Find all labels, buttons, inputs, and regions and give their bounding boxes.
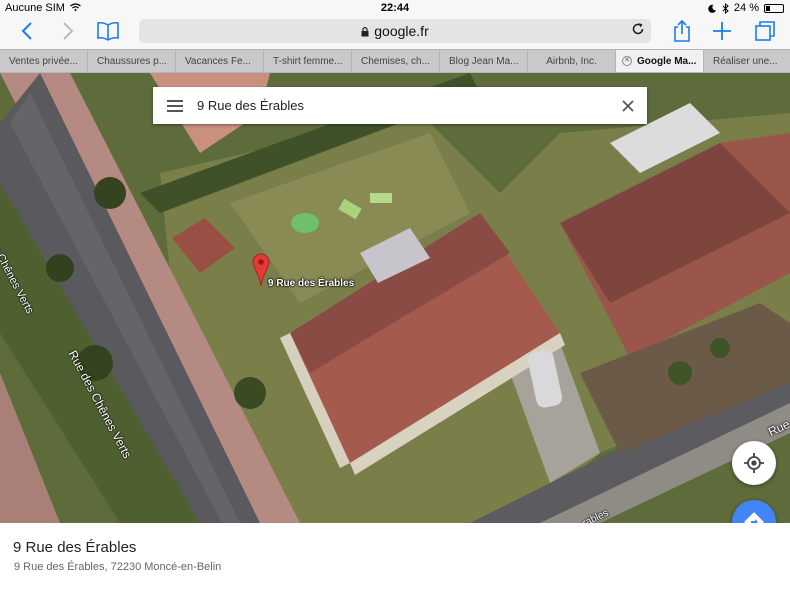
status-right: 24 %	[708, 2, 784, 14]
close-icon	[622, 99, 634, 112]
battery-icon	[764, 3, 784, 13]
my-location-button[interactable]	[732, 441, 776, 485]
tab-label: Google Ma...	[637, 55, 697, 67]
tab-label: Blog Jean Ma...	[449, 55, 519, 67]
hamburger-menu-icon	[167, 99, 183, 112]
moon-icon	[708, 4, 717, 13]
share-icon	[674, 19, 690, 42]
tab-active[interactable]: ✕ Google Ma...	[616, 50, 704, 72]
tab[interactable]: Ventes privée...	[0, 50, 88, 72]
place-address: 9 Rue des Érables, 72230 Moncé-en-Belin	[14, 561, 222, 573]
reload-button[interactable]	[631, 22, 645, 39]
search-query[interactable]: 9 Rue des Érables	[197, 98, 609, 113]
tab-label: Réaliser une...	[713, 55, 778, 67]
tab[interactable]: Chemises, ch...	[352, 50, 440, 72]
chevron-right-icon	[63, 22, 74, 40]
battery-percent: 24 %	[733, 2, 759, 14]
book-icon	[97, 21, 119, 41]
status-bar: Aucune SIM 22:44 24 %	[0, 0, 790, 16]
tab-label: Chaussures p...	[97, 55, 168, 67]
map-view[interactable]: Rue des Chênes Verts Rue des Chênes Vert…	[0, 73, 790, 523]
tab-label: Airbnb, Inc.	[546, 55, 597, 67]
tab-label: Ventes privée...	[9, 55, 78, 67]
bookmarks-button[interactable]	[94, 18, 122, 44]
close-tab-icon[interactable]: ✕	[622, 56, 632, 66]
reload-icon	[632, 23, 644, 35]
tab[interactable]: Réaliser une...	[704, 50, 790, 72]
chevron-left-icon	[21, 22, 32, 40]
tab[interactable]: Chaussures p...	[88, 50, 176, 72]
url-text: google.fr	[374, 23, 429, 39]
tabs-icon	[755, 21, 775, 41]
tab-bar: Ventes privée... Chaussures p... Vacance…	[0, 49, 790, 73]
tab[interactable]: Airbnb, Inc.	[528, 50, 616, 72]
tabs-overview-button[interactable]	[752, 18, 778, 44]
tab-label: T-shirt femme...	[273, 55, 343, 67]
share-button[interactable]	[670, 18, 694, 44]
lock-icon	[361, 26, 369, 36]
clock: 22:44	[380, 2, 410, 14]
menu-button[interactable]	[153, 87, 197, 124]
browser-toolbar: google.fr	[0, 16, 790, 48]
crosshair-icon	[744, 453, 764, 473]
bluetooth-icon	[722, 2, 729, 14]
tab-label: Chemises, ch...	[361, 55, 430, 67]
directions-icon	[744, 512, 764, 523]
tab[interactable]: Vacances Fe...	[176, 50, 264, 72]
pin-label: 9 Rue des Érables	[268, 278, 355, 289]
address-bar[interactable]: google.fr	[139, 19, 651, 43]
place-title: 9 Rue des Érables	[13, 539, 137, 556]
back-button[interactable]	[14, 18, 40, 44]
tab-label: Vacances Fe...	[185, 55, 251, 67]
tab[interactable]: Blog Jean Ma...	[440, 50, 528, 72]
forward-button[interactable]	[55, 18, 81, 44]
tab[interactable]: T-shirt femme...	[264, 50, 352, 72]
place-card[interactable]: 9 Rue des Érables 9 Rue des Érables, 722…	[0, 523, 790, 592]
new-tab-button[interactable]	[710, 18, 734, 44]
map-search-box[interactable]: 9 Rue des Érables	[153, 87, 647, 124]
clear-search-button[interactable]	[609, 87, 647, 124]
battery-fill	[766, 5, 770, 11]
plus-icon	[713, 22, 731, 40]
